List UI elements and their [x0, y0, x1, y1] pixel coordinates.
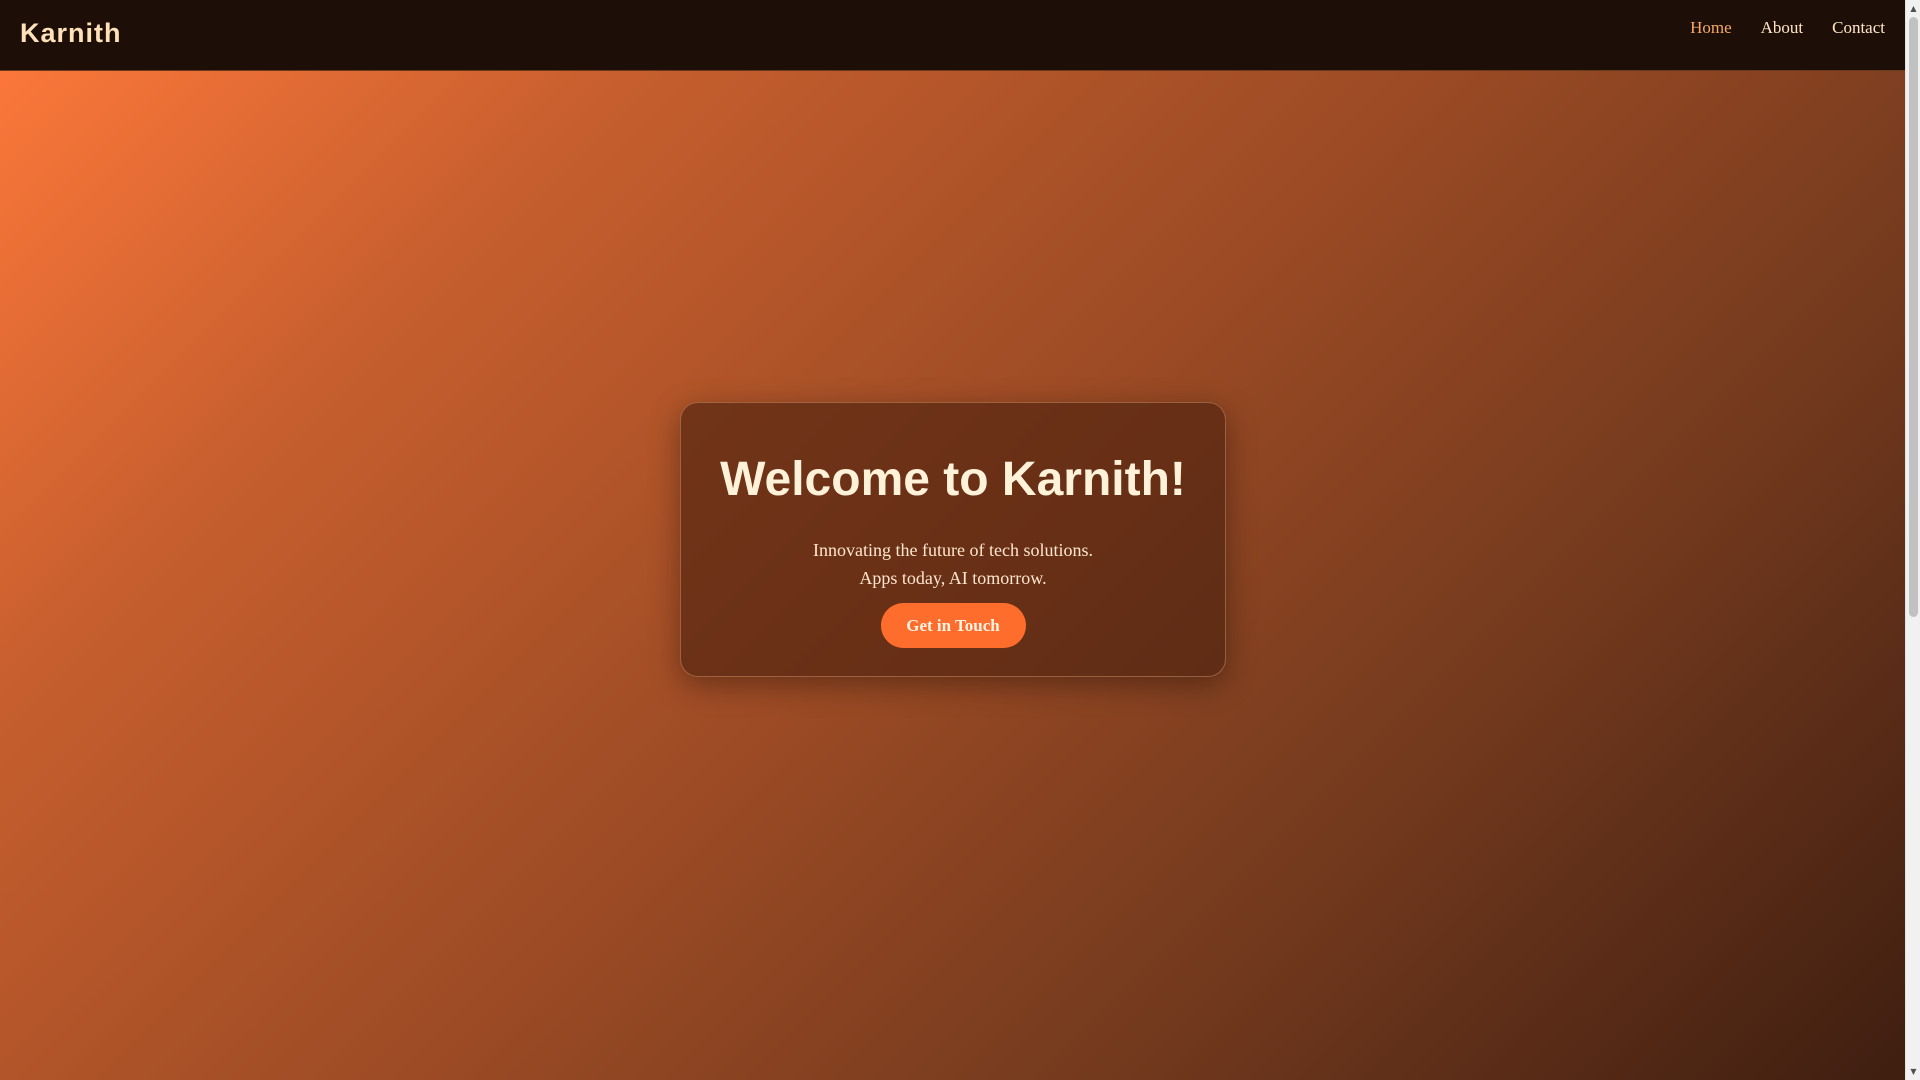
- get-in-touch-button[interactable]: Get in Touch: [880, 603, 1026, 648]
- browser-viewport: Karnith Home About Contact Welcome to Ka…: [0, 0, 1905, 1080]
- hero-card: Welcome to Karnith! Innovating the futur…: [680, 402, 1226, 677]
- chevron-down-icon[interactable]: ▼: [1906, 1063, 1920, 1080]
- scroll-thumb[interactable]: [1909, 17, 1918, 617]
- hero-title: Welcome to Karnith!: [720, 453, 1186, 506]
- site-header: Karnith Home About Contact: [0, 0, 1905, 71]
- nav-home-link[interactable]: Home: [1690, 18, 1732, 38]
- tagline-line-2: Apps today, AI tomorrow.: [859, 568, 1047, 588]
- vertical-scrollbar[interactable]: ▲ ▼: [1905, 0, 1920, 1080]
- nav-about-link[interactable]: About: [1761, 18, 1804, 38]
- main-nav: Home About Contact: [1690, 18, 1885, 38]
- brand-logo[interactable]: Karnith: [20, 18, 122, 49]
- hero-tagline: Innovating the future of tech solutions.…: [681, 536, 1225, 592]
- tagline-line-1: Innovating the future of tech solutions.: [813, 540, 1093, 560]
- chevron-up-icon[interactable]: ▲: [1906, 0, 1920, 17]
- nav-contact-link[interactable]: Contact: [1832, 18, 1885, 38]
